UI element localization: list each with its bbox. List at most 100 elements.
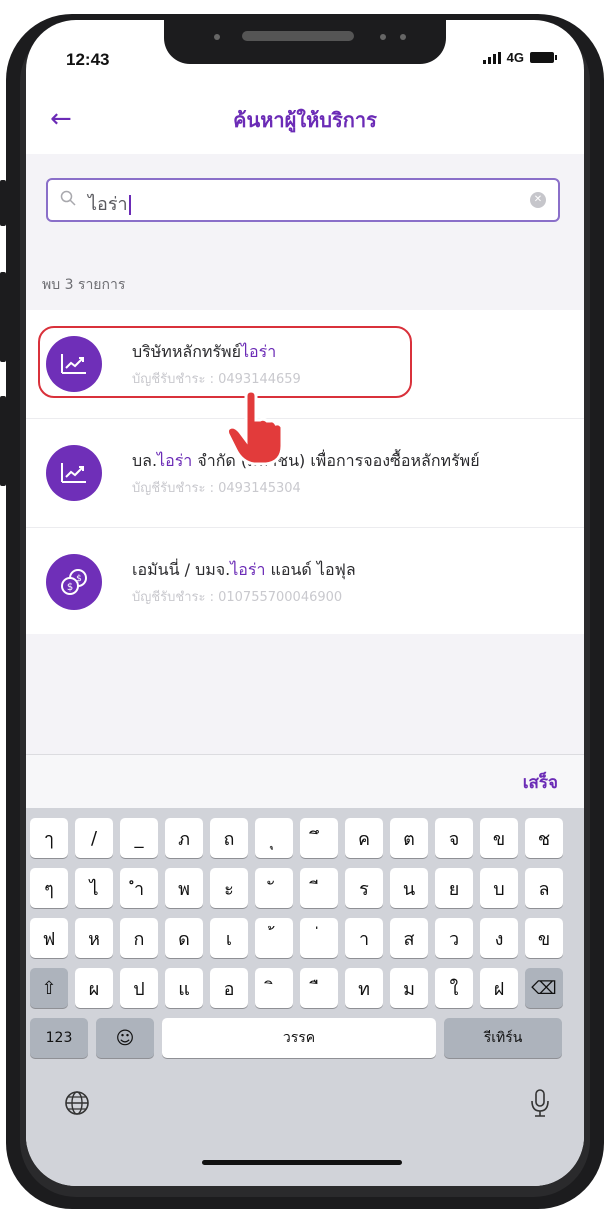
key[interactable]: จ [435,818,473,858]
key[interactable]: ย [435,868,473,908]
key[interactable]: _ [120,818,158,858]
svg-text:$: $ [76,574,82,584]
key[interactable]: ง [480,918,518,958]
key[interactable]: ม [390,968,428,1008]
key[interactable]: ภ [165,818,203,858]
key[interactable]: ถ [210,818,248,858]
result-item[interactable]: บล.ไอร่า จำกัด (มหาชน) เพื่อการจองซื้อหล… [26,419,584,528]
key[interactable]: พ [165,868,203,908]
key[interactable]: ล [525,868,563,908]
page-title: ค้นหาผู้ให้บริการ [233,108,377,132]
emoji-icon[interactable]: ☺ [96,1018,154,1058]
key[interactable]: ใ [435,968,473,1008]
globe-icon[interactable] [64,1090,90,1122]
notch [164,20,446,64]
key[interactable]: ท [345,968,383,1008]
key[interactable]: ฟ [30,918,68,958]
status-indicators: 4G [482,50,557,65]
keyboard-row-1: ๅ / _ ภ ถ ุ ึ ค ต จ ข ช [26,818,584,858]
result-item[interactable]: $ $ เอมันนี่ / บมจ.ไอร่า แอนด์ ไอฟุล บัญช… [26,528,584,637]
key[interactable]: ร [345,868,383,908]
search-input[interactable]: ไอร่า ✕ [46,178,560,222]
key[interactable]: ี [300,868,338,908]
result-account: บัญชีรับชำระ : 0493144659 [132,372,301,387]
mute-switch [0,180,6,226]
result-item[interactable]: บริษัทหลักทรัพย์ไอร่า บัญชีรับชำระ : 049… [26,310,584,419]
numbers-key[interactable]: 123 [30,1018,88,1058]
done-button[interactable]: เสร็จ [523,769,558,796]
key[interactable]: / [75,818,113,858]
key[interactable]: ึ [300,818,338,858]
key[interactable]: แ [165,968,203,1008]
backspace-icon[interactable]: ⌫ [525,968,563,1008]
key[interactable]: เ [210,918,248,958]
empty-area [26,634,584,754]
network-label: 4G [506,50,524,65]
key[interactable]: ุ [255,818,293,858]
return-key[interactable]: รีเทิร์น [444,1018,562,1058]
battery-icon [530,52,557,63]
key[interactable]: ำ [120,868,158,908]
key[interactable]: ข [480,818,518,858]
keyboard-bottom [26,1060,584,1186]
key[interactable]: ั [255,868,293,908]
key[interactable]: ก [120,918,158,958]
space-key[interactable]: วรรค [162,1018,436,1058]
key[interactable]: อ [210,968,248,1008]
screen: 12:43 4G ← ค้นหาผู้ให้บริการ ไอร่า ✕ พบ … [26,20,584,1186]
result-account: บัญชีรับชำระ : 010755700046900 [132,590,343,605]
clear-icon[interactable]: ✕ [530,192,546,208]
key[interactable]: ข [525,918,563,958]
result-name: บล.ไอร่า จำกัด (มหาชน) เพื่อการจองซื้อหล… [132,451,480,470]
keyboard-row-5: 123 ☺ วรรค รีเทิร์น [26,1018,584,1058]
search-value: ไอร่า [88,194,128,215]
keyboard-toolbar: เสร็จ [26,754,584,809]
key[interactable]: ป [120,968,158,1008]
chart-up-icon [46,336,102,392]
key[interactable]: ว [435,918,473,958]
search-icon [60,190,76,210]
svg-text:$: $ [67,582,73,593]
key[interactable]: ห [75,918,113,958]
signal-icon [482,51,501,64]
microphone-icon[interactable] [530,1088,550,1124]
key[interactable]: ้ [255,918,293,958]
chart-up-icon [46,445,102,501]
search-area: ไอร่า ✕ [26,154,584,254]
home-indicator [202,1160,402,1165]
key[interactable]: ่ [300,918,338,958]
volume-down-button [0,396,6,486]
key[interactable]: ส [390,918,428,958]
key[interactable]: บ [480,868,518,908]
tap-hand-icon [224,389,286,470]
key[interactable]: ฝ [480,968,518,1008]
result-name: บริษัทหลักทรัพย์ไอร่า [132,342,277,361]
result-name: เอมันนี่ / บมจ.ไอร่า แอนด์ ไอฟุล [132,560,356,579]
keyboard-row-2: ๆ ไ ำ พ ะ ั ี ร น ย บ ล [26,868,584,908]
results-count-row: พบ 3 รายการ [26,254,584,310]
key[interactable]: ไ [75,868,113,908]
status-time: 12:43 [66,50,110,69]
text-caret [128,195,131,215]
results-count: พบ 3 รายการ [42,277,126,293]
key[interactable]: ะ [210,868,248,908]
key[interactable]: ื [300,968,338,1008]
keyboard-row-4: ⇧ ผ ป แ อ ิ ื ท ม ใ ฝ ⌫ [26,968,584,1008]
page-header: ← ค้นหาผู้ให้บริการ [26,90,584,154]
key[interactable]: น [390,868,428,908]
key[interactable]: ช [525,818,563,858]
key[interactable]: ด [165,918,203,958]
coins-icon: $ $ [46,554,102,610]
volume-up-button [0,272,6,362]
key[interactable]: ๅ [30,818,68,858]
keyboard-row-3: ฟ ห ก ด เ ้ ่ า ส ว ง ข [26,918,584,958]
key[interactable]: ค [345,818,383,858]
key[interactable]: ผ [75,968,113,1008]
key[interactable]: า [345,918,383,958]
key[interactable]: ิ [255,968,293,1008]
key[interactable]: ต [390,818,428,858]
key[interactable]: ๆ [30,868,68,908]
results-list: บริษัทหลักทรัพย์ไอร่า บัญชีรับชำระ : 049… [26,310,584,637]
shift-icon[interactable]: ⇧ [30,968,68,1008]
result-account: บัญชีรับชำระ : 0493145304 [132,481,301,496]
